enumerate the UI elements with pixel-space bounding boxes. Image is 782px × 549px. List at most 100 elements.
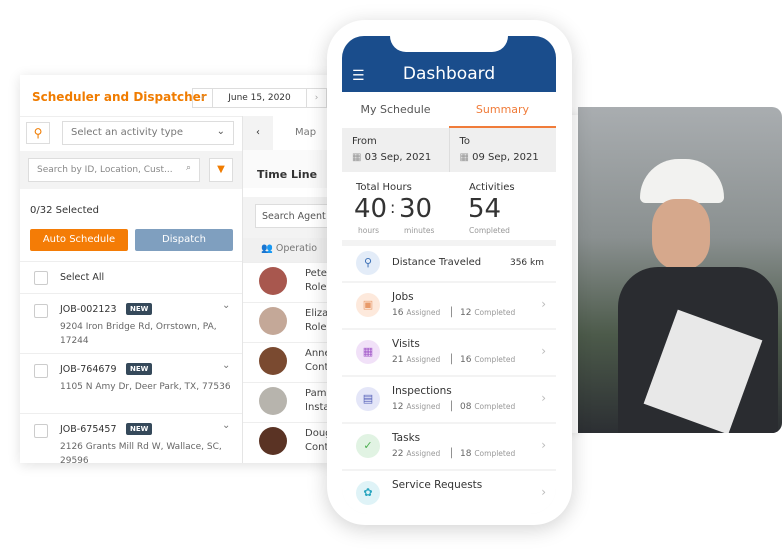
activities-value: 54 bbox=[468, 194, 502, 224]
hours-value: 40 bbox=[354, 194, 388, 224]
distance-card: ⚲ Distance Traveled 356 km bbox=[342, 246, 556, 281]
job-checkbox[interactable] bbox=[34, 364, 48, 378]
search-placeholder: Search by ID, Location, Cust... bbox=[37, 165, 173, 175]
tab-map[interactable]: Map bbox=[295, 127, 316, 138]
job-checkbox[interactable] bbox=[34, 304, 48, 318]
scheduler-title: Scheduler and Dispatcher bbox=[32, 90, 207, 104]
prev-date-icon[interactable]: ‹ bbox=[193, 89, 213, 107]
inspection-icon: ▤ bbox=[356, 387, 380, 411]
search-input[interactable]: Search by ID, Location, Cust... ⌕ bbox=[28, 158, 200, 182]
from-label: From bbox=[352, 136, 377, 147]
job-row[interactable]: JOB-764679 NEW ⌄ 1105 N Amy Dr, Deer Par… bbox=[20, 353, 242, 413]
from-date[interactable]: From ▦ 03 Sep, 2021 bbox=[342, 128, 449, 172]
to-value: 09 Sep, 2021 bbox=[472, 152, 539, 163]
minutes-unit: minutes bbox=[404, 226, 435, 235]
chevron-right-icon[interactable]: › bbox=[541, 344, 546, 358]
worker-photo bbox=[578, 107, 782, 433]
from-value: 03 Sep, 2021 bbox=[364, 152, 432, 163]
stats-panel: Total Hours 40 : 30 hours minutes Activi… bbox=[342, 172, 556, 240]
date-range: From ▦ 03 Sep, 2021 To ▦ 09 Sep, 2021 bbox=[342, 128, 556, 172]
chevron-down-icon[interactable]: ⌄ bbox=[222, 300, 230, 311]
chevron-right-icon[interactable]: › bbox=[541, 297, 546, 311]
agent-row[interactable]: Doug Cont bbox=[243, 422, 332, 458]
job-id: JOB-764679 bbox=[60, 364, 117, 375]
completed-count: 08 bbox=[459, 402, 472, 412]
completed-label: Completed bbox=[474, 355, 516, 364]
select-all-checkbox[interactable] bbox=[34, 271, 48, 285]
agent-row[interactable]: Anne Cont bbox=[243, 342, 332, 378]
avatar bbox=[259, 267, 287, 295]
new-badge: NEW bbox=[126, 363, 153, 375]
card-title: Visits bbox=[392, 338, 420, 350]
agent-role: Insta bbox=[305, 402, 330, 413]
to-date[interactable]: To ▦ 09 Sep, 2021 bbox=[448, 128, 557, 172]
current-date: June 15, 2020 bbox=[228, 93, 291, 103]
tab-summary[interactable]: Summary bbox=[449, 92, 556, 128]
job-row[interactable]: JOB-675457 NEW ⌄ 2126 Grants Mill Rd W, … bbox=[20, 413, 242, 463]
selected-count: 0/32 Selected bbox=[30, 205, 99, 216]
card-title: Tasks bbox=[392, 432, 421, 444]
chevron-right-icon[interactable]: › bbox=[541, 391, 546, 405]
assigned-label: Assigned bbox=[406, 355, 441, 364]
completed-label: Completed bbox=[474, 402, 516, 411]
activities-unit: Completed bbox=[469, 226, 510, 235]
auto-schedule-button[interactable]: Auto Schedule bbox=[30, 229, 128, 251]
filter-icon[interactable]: ▼ bbox=[209, 158, 233, 182]
agent-role: Role bbox=[305, 322, 327, 333]
next-date-icon[interactable]: › bbox=[306, 89, 326, 107]
agent-search-input[interactable]: Search Agent bbox=[255, 204, 332, 228]
chevron-right-icon[interactable]: › bbox=[541, 485, 546, 499]
completed-count: 12 bbox=[459, 308, 472, 318]
agent-row[interactable]: Pame Insta bbox=[243, 382, 332, 418]
service-requests-card[interactable]: ✿ Service Requests › bbox=[342, 471, 556, 514]
group-header: 👥 Operatio bbox=[243, 238, 332, 262]
select-all-row[interactable]: Select All bbox=[20, 261, 242, 293]
visits-card[interactable]: ▦ Visits 21 Assigned │ 16 Completed › bbox=[342, 330, 556, 375]
assigned-count: 21 bbox=[392, 355, 404, 365]
chevron-down-icon[interactable]: ⌄ bbox=[222, 360, 230, 371]
tab-my-schedule[interactable]: My Schedule bbox=[342, 92, 449, 128]
avatar bbox=[259, 427, 287, 455]
tasks-card[interactable]: ✓ Tasks 22 Assigned │ 18 Completed › bbox=[342, 424, 556, 469]
avatar bbox=[259, 387, 287, 415]
job-address: 9204 Iron Bridge Rd, Orrstown, PA, 17244 bbox=[60, 322, 217, 346]
job-id: JOB-675457 bbox=[60, 424, 117, 435]
calendar-icon: ▦ bbox=[352, 152, 365, 163]
timeline-heading: Time Line bbox=[257, 168, 318, 181]
date-picker[interactable]: ‹ June 15, 2020 › bbox=[192, 88, 327, 108]
distance-label: Distance Traveled bbox=[392, 257, 482, 268]
avatar bbox=[259, 347, 287, 375]
chevron-down-icon: ⌄ bbox=[216, 126, 225, 137]
agent-row[interactable]: Eliza Role bbox=[243, 302, 332, 338]
dashboard-title: Dashboard bbox=[402, 64, 496, 84]
inspections-card[interactable]: ▤ Inspections 12 Assigned │ 08 Completed… bbox=[342, 377, 556, 422]
phone-mockup: ☰ Dashboard My Schedule Summary From ▦ 03… bbox=[327, 20, 572, 525]
chevron-down-icon[interactable]: ⌄ bbox=[222, 420, 230, 431]
job-checkbox[interactable] bbox=[34, 424, 48, 438]
avatar bbox=[259, 307, 287, 335]
assigned-label: Assigned bbox=[406, 308, 441, 317]
card-title: Service Requests bbox=[392, 479, 483, 491]
timeline-column: ‹ Map Time Line Search Agent 👥 Operatio … bbox=[242, 116, 332, 463]
chevron-right-icon[interactable]: › bbox=[541, 438, 546, 452]
agent-row[interactable]: Peter Role bbox=[243, 262, 332, 298]
face bbox=[652, 199, 710, 269]
job-row[interactable]: JOB-002123 NEW ⌄ 9204 Iron Bridge Rd, Or… bbox=[20, 293, 242, 353]
completed-label: Completed bbox=[474, 308, 516, 317]
group-label: Operatio bbox=[275, 243, 318, 254]
jobs-card[interactable]: ▣ Jobs 16 Assigned │ 12 Completed › bbox=[342, 283, 556, 328]
completed-count: 18 bbox=[459, 449, 472, 459]
collapse-chevron-icon[interactable]: ‹ bbox=[243, 116, 273, 150]
group-icon: 👥 bbox=[261, 243, 276, 254]
phone-screen: ☰ Dashboard My Schedule Summary From ▦ 03… bbox=[342, 36, 556, 514]
activity-type-select[interactable]: Select an activity type ⌄ bbox=[62, 121, 234, 145]
distance-value: 356 km bbox=[509, 258, 544, 268]
dispatch-button[interactable]: Dispatch bbox=[135, 229, 233, 251]
hard-hat bbox=[640, 159, 724, 203]
clipboard-check-icon: ✓ bbox=[356, 434, 380, 458]
card-title: Jobs bbox=[392, 291, 414, 303]
assigned-count: 12 bbox=[392, 402, 404, 412]
hours-unit: hours bbox=[358, 226, 380, 235]
location-pin-icon[interactable]: ⚲ bbox=[26, 122, 50, 144]
assigned-count: 16 bbox=[392, 308, 404, 318]
